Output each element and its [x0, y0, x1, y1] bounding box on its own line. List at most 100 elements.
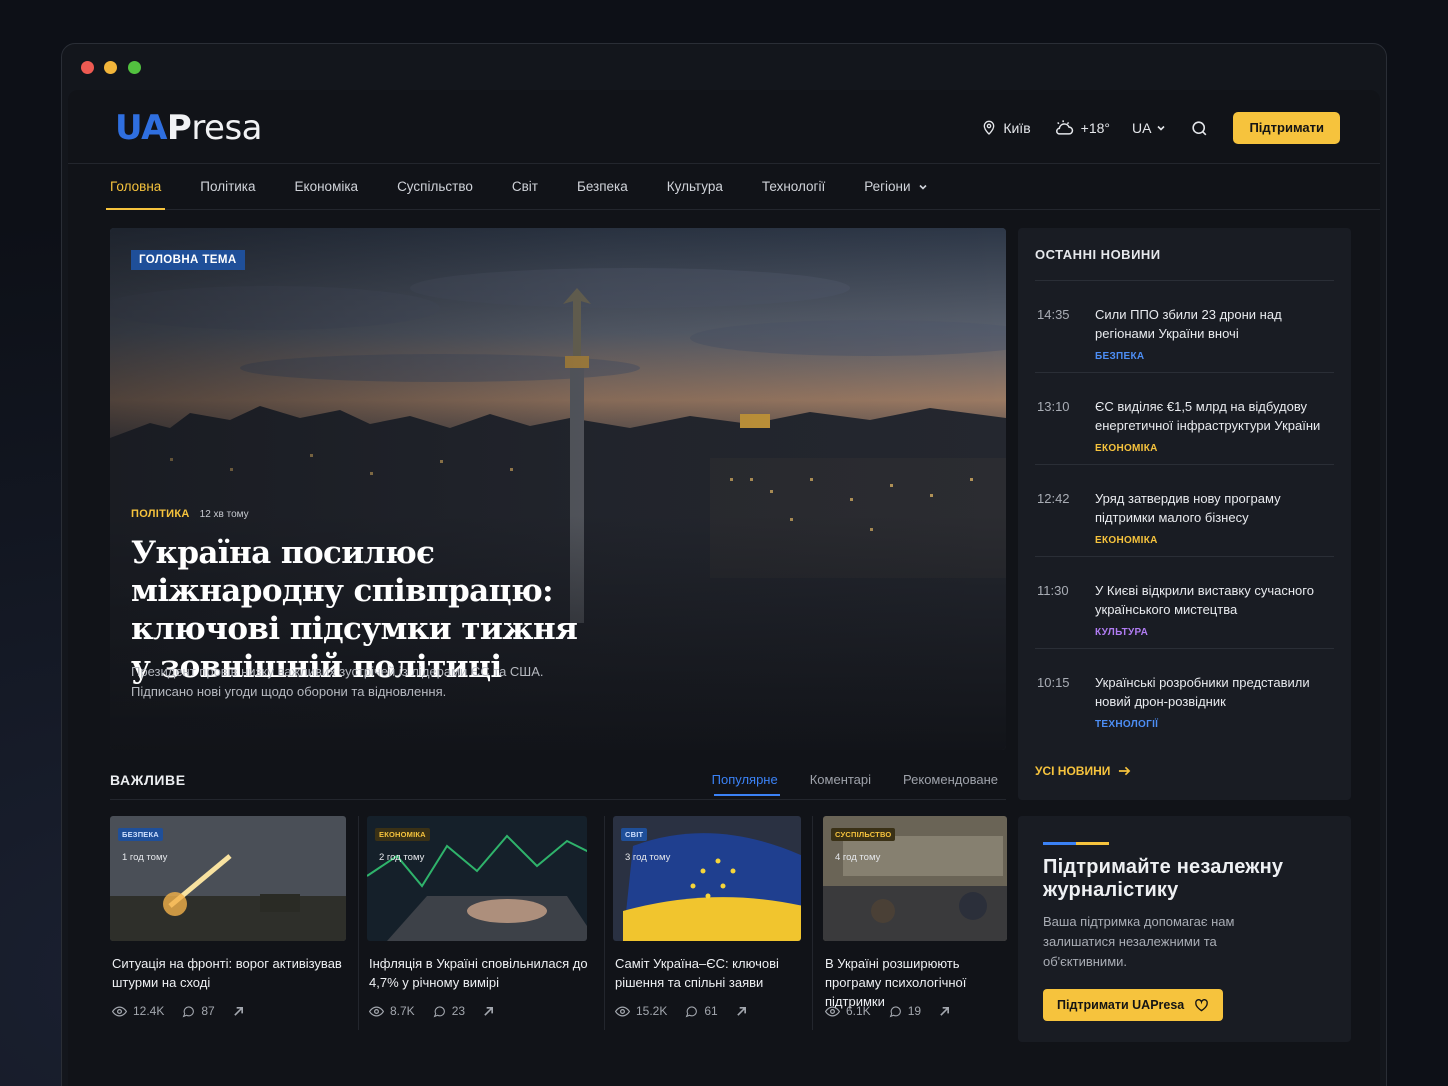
tab-popular[interactable]: Популярне — [712, 772, 780, 796]
comment-icon — [889, 1005, 901, 1017]
flag-stripe — [1043, 842, 1109, 845]
comments-stat[interactable]: 19 — [889, 1004, 921, 1018]
share-button[interactable] — [483, 1006, 494, 1017]
nav-item-economy[interactable]: Економіка — [295, 164, 359, 209]
site-header: UAPresa Київ +18° UA Підтримати — [68, 90, 1380, 164]
search-icon — [1192, 120, 1207, 135]
comments-stat[interactable]: 61 — [685, 1004, 718, 1018]
support-box-text: Ваша підтримка допомагає нам залишатися … — [1043, 914, 1235, 969]
comments-stat[interactable]: 23 — [433, 1004, 465, 1018]
hero-meta: ПОЛІТИКА 12 хв тому — [131, 508, 249, 520]
close-window-button[interactable] — [81, 61, 94, 74]
news-category[interactable]: БЕЗПЕКА — [1095, 351, 1144, 362]
nav-item-culture[interactable]: Культура — [667, 164, 723, 209]
card-title[interactable]: В Україні розширюють програму психологіч… — [825, 954, 1009, 1011]
hero-article[interactable]: ГОЛОВНА ТЕМА ПОЛІТИКА 12 хв тому Україна… — [110, 228, 1006, 750]
views-count: 8.7K — [390, 1004, 415, 1018]
news-headline[interactable]: Сили ППО збили 23 дрони над регіонами Ук… — [1095, 305, 1339, 343]
card-title[interactable]: Ситуація на фронті: ворог активізував шт… — [112, 954, 348, 992]
location-selector[interactable]: Київ — [981, 120, 1031, 136]
news-card[interactable]: СВІТ 3 год тому Саміт Україна–ЄС: ключові … — [604, 816, 804, 1030]
news-card[interactable]: ЕКОНОМІКА 2 год тому Інфляція в Україні сп… — [358, 816, 588, 1030]
news-card[interactable]: СУСПІЛЬСТВО 4 год тому В Україні розширюют… — [812, 816, 1008, 1030]
views-count: 12.4K — [133, 1004, 165, 1018]
news-headline[interactable]: ЄС виділяє €1,5 млрд на відбудову енерге… — [1095, 397, 1339, 435]
arrow-up-right-icon — [484, 1006, 494, 1016]
nav-item-politics[interactable]: Політика — [200, 164, 255, 209]
hero-subtitle: Президент провів низку важливих зустріче… — [131, 664, 544, 699]
card-thumbnail[interactable]: БЕЗПЕКА 1 год тому — [110, 816, 346, 941]
minimize-window-button[interactable] — [104, 61, 117, 74]
card-stats: 8.7K 23 — [369, 1004, 512, 1018]
nav-item-home[interactable]: Головна — [105, 164, 166, 210]
news-headline[interactable]: У Києві відкрили виставку сучасного укра… — [1095, 581, 1339, 619]
hero-category[interactable]: ПОЛІТИКА — [131, 508, 190, 520]
share-button[interactable] — [939, 1006, 950, 1017]
news-headline[interactable]: Уряд затвердив нову програму підтримки м… — [1095, 489, 1339, 527]
nav-item-security[interactable]: Безпека — [577, 164, 628, 209]
comments-stat[interactable]: 87 — [182, 1004, 215, 1018]
views-stat: 6.1K — [825, 1004, 871, 1018]
hero-badge: ГОЛОВНА ТЕМА — [131, 250, 245, 270]
tab-recommended[interactable]: Рекомендоване — [903, 772, 998, 795]
maximize-window-button[interactable] — [128, 61, 141, 74]
news-category[interactable]: ТЕХНОЛОГІЇ — [1095, 719, 1158, 730]
logo-p: P — [166, 108, 192, 148]
important-cards: БЕЗПЕКА 1 год тому Ситуація на фронті: вор… — [110, 816, 1008, 1036]
nav-item-world[interactable]: Світ — [512, 164, 538, 209]
eye-icon — [112, 1005, 127, 1017]
news-page: UAPresa Київ +18° UA Підтримати Головна … — [68, 90, 1380, 1086]
support-button[interactable]: Підтримати — [1233, 112, 1340, 144]
nav-item-tech[interactable]: Технології — [762, 164, 825, 209]
news-headline[interactable]: Українські розробники представили новий … — [1095, 673, 1339, 711]
site-logo[interactable]: UAPresa — [115, 108, 263, 148]
nav-item-society[interactable]: Суспільство — [397, 164, 473, 209]
share-button[interactable] — [736, 1006, 747, 1017]
header-actions: Київ +18° UA Підтримати — [981, 112, 1340, 144]
all-news-link[interactable]: УСІ НОВИНИ — [1035, 764, 1131, 778]
news-category[interactable]: ЕКОНОМІКА — [1095, 535, 1158, 546]
card-category-badge: БЕЗПЕКА — [118, 828, 163, 841]
views-count: 15.2K — [636, 1004, 668, 1018]
views-stat: 8.7K — [369, 1004, 415, 1018]
temperature-label: +18° — [1080, 120, 1110, 136]
card-time: 2 год тому — [379, 852, 425, 863]
latest-news-item[interactable]: 14:35 Сили ППО збили 23 дрони над регіона… — [1035, 280, 1334, 372]
tab-comments[interactable]: Коментарі — [810, 772, 871, 795]
all-news-label: УСІ НОВИНИ — [1035, 764, 1111, 778]
search-button[interactable] — [1190, 119, 1209, 138]
card-title[interactable]: Саміт Україна–ЄС: ключові рішення та спі… — [615, 954, 803, 992]
eye-icon — [615, 1005, 630, 1017]
hero-time: 12 хв тому — [199, 508, 249, 520]
latest-news-item[interactable]: 11:30 У Києві відкрили виставку сучасного… — [1035, 556, 1334, 648]
card-title[interactable]: Інфляція в Україні сповільнилася до 4,7%… — [369, 954, 589, 992]
card-thumbnail[interactable]: ЕКОНОМІКА 2 год тому — [367, 816, 587, 941]
latest-news-item[interactable]: 12:42 Уряд затвердив нову програму підтри… — [1035, 464, 1334, 556]
news-category[interactable]: ЕКОНОМІКА — [1095, 443, 1158, 454]
arrow-up-right-icon — [233, 1006, 243, 1016]
comment-icon — [183, 1005, 195, 1017]
latest-news-panel: ОСТАННІ НОВИНИ 14:35 Сили ППО збили 23 др… — [1018, 228, 1351, 800]
location-pin-icon — [983, 120, 995, 135]
card-time: 4 год тому — [835, 852, 881, 863]
latest-news-item[interactable]: 10:15 Українські розробники представили н… — [1035, 648, 1334, 740]
chevron-down-icon — [1157, 125, 1166, 131]
comments-count: 23 — [451, 1004, 466, 1018]
card-thumbnail[interactable]: СВІТ 3 год тому — [613, 816, 801, 941]
comment-icon — [433, 1005, 445, 1017]
views-count: 6.1K — [846, 1004, 871, 1018]
nav-item-regions[interactable]: Регіони — [864, 164, 927, 209]
language-selector[interactable]: UA — [1132, 120, 1166, 136]
news-card[interactable]: БЕЗПЕКА 1 год тому Ситуація на фронті: вор… — [110, 816, 348, 1030]
weather-widget: +18° — [1053, 119, 1110, 137]
card-thumbnail[interactable]: СУСПІЛЬСТВО 4 год тому — [823, 816, 1007, 941]
nav-item-regions-label: Регіони — [864, 179, 911, 194]
latest-news-item[interactable]: 13:10 ЄС виділяє €1,5 млрд на відбудову е… — [1035, 372, 1334, 464]
comments-count: 61 — [704, 1004, 718, 1018]
share-button[interactable] — [233, 1006, 244, 1017]
support-uapresa-button[interactable]: Підтримати UAPresa — [1043, 989, 1224, 1021]
news-time: 10:15 — [1037, 675, 1070, 690]
news-category[interactable]: КУЛЬТУРА — [1095, 627, 1148, 638]
latest-news-title: ОСТАННІ НОВИНИ — [1035, 247, 1161, 262]
arrow-right-icon — [1119, 766, 1131, 776]
